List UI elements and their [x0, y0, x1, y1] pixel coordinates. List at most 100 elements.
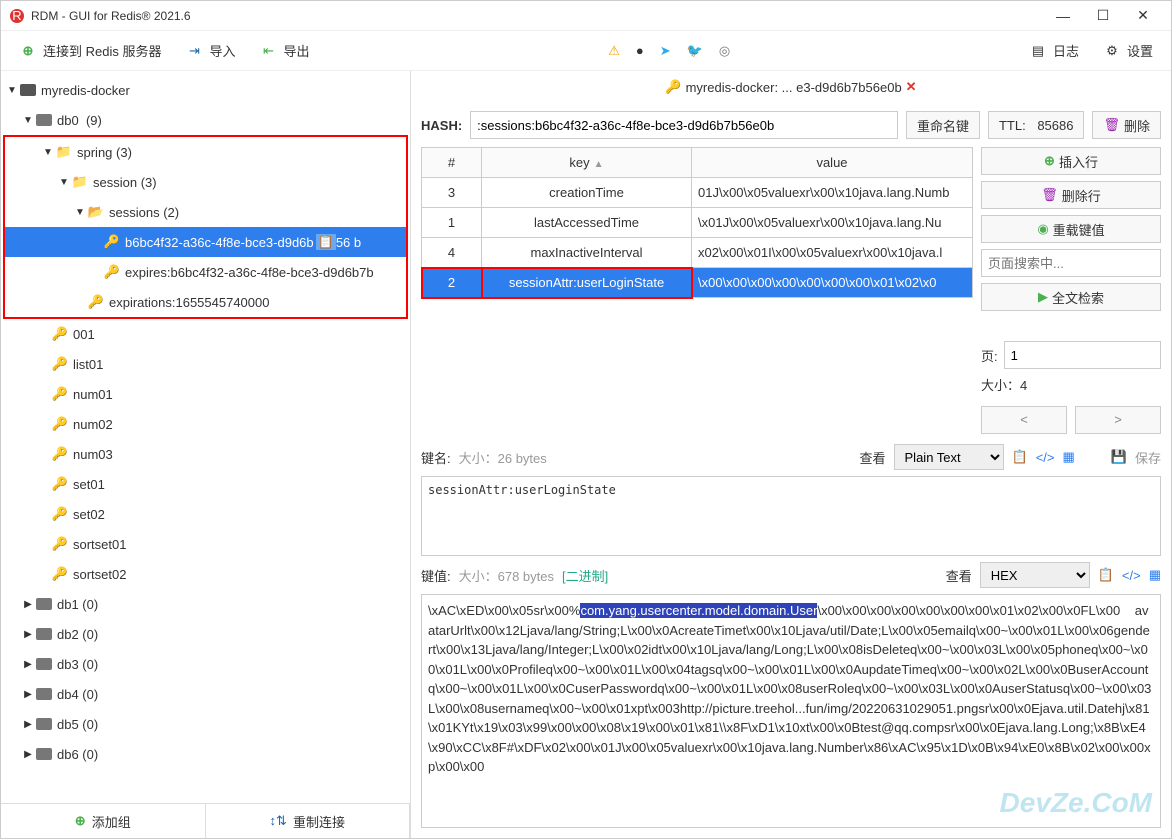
folder-icon: 📂	[87, 203, 105, 221]
key-type-label: HASH:	[421, 118, 462, 133]
delete-row-button[interactable]: 🗑删除行	[981, 181, 1161, 209]
maximize-button[interactable]: ☐	[1083, 7, 1123, 24]
key-node[interactable]: 🔑001	[1, 319, 410, 349]
import-button[interactable]: ⇥导入	[179, 37, 241, 64]
github-icon[interactable]: ●	[636, 43, 644, 59]
pagination: < >	[981, 406, 1161, 434]
db0-node[interactable]: ▼db0 (9)	[1, 105, 410, 135]
app-icon: R	[9, 8, 25, 24]
size-label: 大小：	[981, 378, 1020, 393]
key-view-header: 键名: 大小：26 bytes 查看 Plain Text 📋 </> ▦ 💾 …	[421, 444, 1161, 470]
db-icon	[35, 655, 53, 673]
view-label: 查看	[946, 566, 972, 585]
key-icon: 🔑	[51, 325, 69, 343]
file-icon[interactable]: ▦	[1149, 567, 1161, 583]
connect-button[interactable]: ⊕连接到 Redis 服务器	[13, 37, 167, 64]
page-search-input[interactable]	[981, 249, 1161, 277]
table-row[interactable]: 1lastAccessedTime\x01J\x00\x05valuexr\x0…	[422, 208, 973, 238]
prev-page-button[interactable]: <	[981, 406, 1067, 434]
col-key[interactable]: key▲	[482, 148, 692, 178]
trash-icon: 🗑	[1041, 187, 1058, 203]
titlebar: R RDM - GUI for Redis® 2021.6 — ☐ ✕	[1, 1, 1171, 31]
key-view-mode[interactable]: Plain Text	[894, 444, 1004, 470]
selected-key-node[interactable]: 🔑b6bc4f32-a36c-4f8e-bce3-d9d6b📋56 b	[5, 227, 406, 257]
db-node[interactable]: ▶db5 (0)	[1, 709, 410, 739]
key-node[interactable]: 🔑num03	[1, 439, 410, 469]
table-row[interactable]: 2sessionAttr:userLoginState\x00\x00\x00\…	[422, 268, 973, 298]
copy-icon[interactable]: 📋	[1012, 449, 1028, 465]
key-node[interactable]: 🔑set02	[1, 499, 410, 529]
value-view-mode[interactable]: HEX	[980, 562, 1090, 588]
trash-icon: 🗑	[1103, 117, 1120, 133]
value-content-box[interactable]: \xAC\xED\x00\x05sr\x00%com.yang.usercent…	[421, 594, 1161, 828]
settings-button[interactable]: ⚙设置	[1097, 37, 1159, 64]
key-node[interactable]: 🔑list01	[1, 349, 410, 379]
key-node[interactable]: 🔑num02	[1, 409, 410, 439]
db-node[interactable]: ▶db2 (0)	[1, 619, 410, 649]
expires-key-node[interactable]: 🔑expires:b6bc4f32-a36c-4f8e-bce3-d9d6b7b	[5, 257, 406, 287]
minimize-button[interactable]: —	[1043, 8, 1083, 24]
file-icon[interactable]: ▦	[1063, 449, 1075, 465]
key-node[interactable]: 🔑set01	[1, 469, 410, 499]
help-icon[interactable]: ◎	[719, 43, 730, 59]
rename-button[interactable]: 重命名键	[906, 111, 980, 139]
db-node[interactable]: ▶db1 (0)	[1, 589, 410, 619]
key-name-input[interactable]	[470, 111, 898, 139]
session-folder[interactable]: ▼📁session (3)	[5, 167, 406, 197]
keyname-size: 大小：26 bytes	[459, 448, 547, 467]
db-node[interactable]: ▶db3 (0)	[1, 649, 410, 679]
tree[interactable]: ▼myredis-docker ▼db0 (9) ▼📁spring (3) ▼📁…	[1, 71, 410, 803]
code-icon[interactable]: </>	[1122, 568, 1141, 583]
col-value[interactable]: value	[692, 148, 973, 178]
key-node[interactable]: 🔑sortset02	[1, 559, 410, 589]
col-index[interactable]: #	[422, 148, 482, 178]
play-icon: ▶	[1038, 289, 1048, 305]
ttl-button[interactable]: TTL: 85686	[988, 111, 1085, 139]
key-node[interactable]: 🔑num01	[1, 379, 410, 409]
key-node[interactable]: 🔑sortset01	[1, 529, 410, 559]
hash-table: # key▲ value 3creationTime01J\x00\x05val…	[421, 147, 973, 298]
expirations-key-node[interactable]: 🔑expirations:1655545740000	[5, 287, 406, 317]
page-label: 页:	[981, 346, 998, 365]
db-icon	[35, 625, 53, 643]
value-size: 大小：678 bytes	[459, 566, 554, 585]
code-icon[interactable]: </>	[1036, 450, 1055, 465]
save-icon[interactable]: 💾	[1111, 449, 1127, 465]
db-node[interactable]: ▶db6 (0)	[1, 739, 410, 769]
value-label: 键值:	[421, 566, 451, 585]
db-icon	[35, 685, 53, 703]
key-row: HASH: 重命名键 TTL: 85686 🗑删除	[411, 103, 1171, 147]
twitter-icon[interactable]: 🐦	[687, 43, 703, 59]
tab-close-button[interactable]: ✕	[906, 79, 917, 95]
next-page-button[interactable]: >	[1075, 406, 1161, 434]
table-row[interactable]: 4maxInactiveIntervalx02\x00\x01I\x00\x05…	[422, 238, 973, 268]
sidebar: ▼myredis-docker ▼db0 (9) ▼📁spring (3) ▼📁…	[1, 71, 411, 838]
reconnect-button[interactable]: ↕⇅重制连接	[206, 804, 411, 838]
key-icon: 🔑	[103, 233, 121, 251]
sessions-folder[interactable]: ▼📂sessions (2)	[5, 197, 406, 227]
copy-icon[interactable]: 📋	[1098, 567, 1114, 583]
page-input[interactable]	[1004, 341, 1161, 369]
table-row[interactable]: 3creationTime01J\x00\x05valuexr\x00\x10j…	[422, 178, 973, 208]
add-group-button[interactable]: ⊕添加组	[1, 804, 206, 838]
spring-folder[interactable]: ▼📁spring (3)	[5, 137, 406, 167]
key-icon: 🔑	[51, 385, 69, 403]
db-icon	[35, 111, 53, 129]
export-button[interactable]: ⇤导出	[253, 37, 315, 64]
key-content-box[interactable]: sessionAttr:userLoginState	[421, 476, 1161, 556]
db-node[interactable]: ▶db4 (0)	[1, 679, 410, 709]
fulltext-search-button[interactable]: ▶全文检索	[981, 283, 1161, 311]
db-icon	[35, 745, 53, 763]
delete-key-button[interactable]: 🗑删除	[1092, 111, 1161, 139]
telegram-icon[interactable]: ➤	[660, 43, 671, 59]
db-icon	[35, 715, 53, 733]
server-node[interactable]: ▼myredis-docker	[1, 75, 410, 105]
export-icon: ⇤	[259, 42, 277, 60]
warning-icon[interactable]: ⚠	[608, 43, 620, 59]
log-button[interactable]: ▤日志	[1023, 37, 1085, 64]
close-button[interactable]: ✕	[1123, 7, 1163, 24]
import-icon: ⇥	[185, 42, 203, 60]
key-icon: 🔑	[51, 355, 69, 373]
reload-button[interactable]: ◉重载键值	[981, 215, 1161, 243]
insert-row-button[interactable]: ⊕插入行	[981, 147, 1161, 175]
